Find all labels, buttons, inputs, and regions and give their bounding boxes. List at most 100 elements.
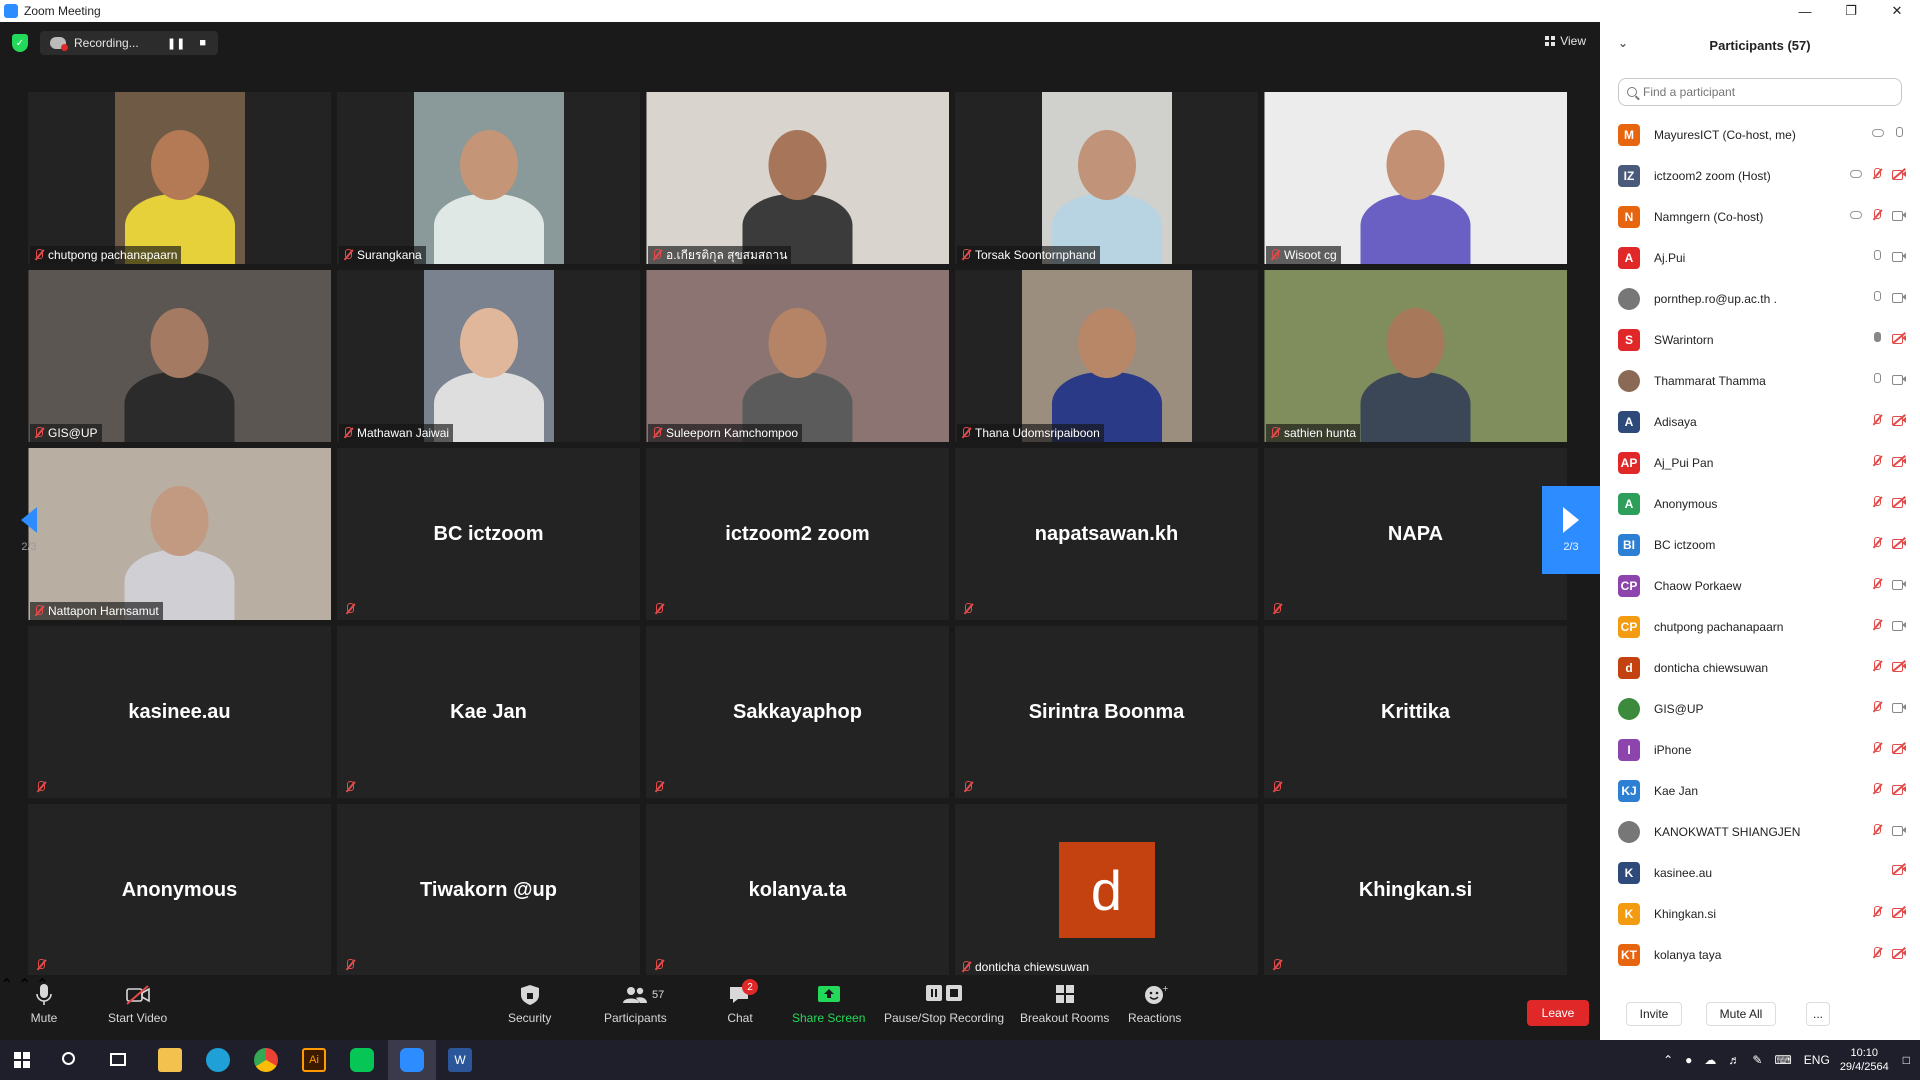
video-icon[interactable] (1892, 210, 1906, 221)
edge-browser-icon[interactable] (206, 1048, 230, 1072)
breakout-rooms-button[interactable]: Breakout Rooms (1020, 983, 1109, 1025)
participant-row[interactable]: CP chutpong pachanapaarn (1600, 606, 1920, 647)
participant-row[interactable]: N Namngern (Co-host) (1600, 196, 1920, 237)
participant-tile[interactable]: Thana Udomsripaiboon (955, 270, 1258, 442)
file-explorer-icon[interactable] (158, 1048, 182, 1072)
participant-row[interactable]: GIS@UP (1600, 688, 1920, 729)
video-icon[interactable] (1892, 374, 1906, 385)
participant-row[interactable]: KT kolanya taya (1600, 934, 1920, 975)
participant-tile[interactable]: sathien hunta (1264, 270, 1567, 442)
video-icon[interactable] (1892, 292, 1906, 303)
participant-tile[interactable]: d donticha chiewsuwan (955, 804, 1258, 976)
video-off-icon[interactable] (1892, 414, 1906, 426)
participant-tile[interactable]: chutpong pachanapaarn (28, 92, 331, 264)
participant-row[interactable]: Thammarat Thamma (1600, 360, 1920, 401)
mic-icon[interactable] (1870, 372, 1884, 386)
word-icon[interactable]: W (448, 1048, 472, 1072)
participant-row[interactable]: KANOKWATT SHIANGJEN (1600, 811, 1920, 852)
tray-keyboard-icon[interactable]: ⌨ (1774, 1053, 1791, 1067)
more-options-button[interactable]: ... (1806, 1002, 1830, 1026)
participant-tile[interactable]: Nattapon Harnsamut (28, 448, 331, 620)
participant-tile[interactable]: Mathawan Jaiwai (337, 270, 640, 442)
video-off-icon[interactable] (1892, 496, 1906, 508)
mic-muted-icon[interactable] (1870, 782, 1884, 796)
mic-muted-icon[interactable] (1870, 454, 1884, 468)
mic-muted-icon[interactable] (1870, 495, 1884, 509)
video-off-icon[interactable] (1892, 332, 1906, 344)
video-off-icon[interactable] (1892, 660, 1906, 672)
mic-muted-icon[interactable] (1870, 659, 1884, 673)
participant-row[interactable]: d donticha chiewsuwan (1600, 647, 1920, 688)
participant-row[interactable]: AP Aj_Pui Pan (1600, 442, 1920, 483)
participant-tile[interactable]: Anonymous (28, 804, 331, 976)
participant-tile[interactable]: NAPA (1264, 448, 1567, 620)
participant-tile[interactable]: BC ictzoom (337, 448, 640, 620)
participant-tile[interactable]: napatsawan.kh (955, 448, 1258, 620)
stop-recording-icon[interactable]: ■ (199, 37, 206, 50)
leave-button[interactable]: Leave (1527, 1000, 1589, 1026)
audio-options-caret-icon[interactable]: ⌃ (0, 977, 13, 994)
mute-all-button[interactable]: Mute All (1706, 1002, 1776, 1026)
tray-volume-icon[interactable]: ♬ (1728, 1053, 1740, 1067)
mic-muted-icon[interactable] (1870, 823, 1884, 837)
previous-page-button[interactable]: 2/3 (0, 486, 58, 574)
participant-row[interactable]: CP Chaow Porkaew (1600, 565, 1920, 606)
participant-row[interactable]: IZ ictzoom2 zoom (Host) (1600, 155, 1920, 196)
participant-row[interactable]: IiPhone (1600, 729, 1920, 770)
reactions-button[interactable]: + Reactions (1128, 983, 1181, 1025)
video-off-icon[interactable] (1892, 863, 1906, 875)
invite-button[interactable]: Invite (1626, 1002, 1682, 1026)
participant-tile[interactable]: อ.เกียรติกุล สุขสมสถาน (646, 92, 949, 264)
chat-button[interactable]: Chat 2 (726, 979, 758, 1025)
tray-language[interactable]: ENG (1804, 1053, 1830, 1067)
participant-row[interactable]: A Adisaya (1600, 401, 1920, 442)
video-off-icon[interactable] (1892, 947, 1906, 959)
mic-muted-icon[interactable] (1870, 905, 1884, 919)
participant-search-box[interactable] (1618, 78, 1902, 106)
participant-row[interactable]: S SWarintorn (1600, 319, 1920, 360)
participant-tile[interactable]: Krittika (1264, 626, 1567, 798)
participant-row[interactable]: M MayuresICT (Co-host, me) (1600, 114, 1920, 155)
illustrator-icon[interactable]: Ai (302, 1048, 326, 1072)
restore-icon[interactable]: ❐ (1828, 0, 1874, 22)
tray-network-icon[interactable]: ☁ (1704, 1053, 1716, 1067)
mic-muted-icon[interactable] (1870, 413, 1884, 427)
participant-row[interactable]: A Aj.Pui (1600, 237, 1920, 278)
participant-tile[interactable]: Wisoot cg (1264, 92, 1567, 264)
video-off-icon[interactable] (1892, 906, 1906, 918)
mic-muted-icon[interactable] (1870, 946, 1884, 960)
participant-tile[interactable]: ictzoom2 zoom (646, 448, 949, 620)
mic-muted-icon[interactable] (1870, 208, 1884, 222)
participant-tile[interactable]: Kae Jan (337, 626, 640, 798)
participant-row[interactable]: KJ Kae Jan (1600, 770, 1920, 811)
participant-search-input[interactable] (1643, 85, 1883, 99)
line-app-icon[interactable] (350, 1048, 374, 1072)
video-off-icon[interactable] (1892, 168, 1906, 180)
mic-muted-icon[interactable] (1870, 741, 1884, 755)
next-page-button[interactable]: 2/3 (1542, 486, 1600, 574)
task-view-icon[interactable] (110, 1053, 126, 1066)
participant-tile[interactable]: kasinee.au (28, 626, 331, 798)
participant-tile[interactable]: Khingkan.si (1264, 804, 1567, 976)
windows-start-icon[interactable] (14, 1052, 30, 1068)
video-off-icon[interactable] (1892, 742, 1906, 754)
pause-stop-recording-button[interactable]: Pause/Stop Recording (884, 983, 1004, 1025)
security-button[interactable]: Security (508, 983, 551, 1025)
mic-muted-icon[interactable] (1870, 167, 1884, 181)
mic-icon[interactable] (1870, 331, 1884, 345)
video-icon[interactable] (1892, 620, 1906, 631)
tray-clock[interactable]: 10:10 29/4/2564 (1840, 1046, 1889, 1074)
participant-tile[interactable]: Torsak Soontornphand (955, 92, 1258, 264)
chrome-icon[interactable] (254, 1048, 278, 1072)
share-screen-button[interactable]: Share Screen (792, 983, 865, 1025)
mute-button[interactable]: Mute (30, 983, 58, 1025)
video-off-icon[interactable] (1892, 783, 1906, 795)
minimize-icon[interactable]: — (1782, 0, 1828, 22)
video-off-icon[interactable] (1892, 455, 1906, 467)
pause-recording-icon[interactable]: ❚❚ (167, 37, 185, 50)
mic-muted-icon[interactable] (1870, 618, 1884, 632)
participant-tile[interactable]: Suleeporn Kamchompoo (646, 270, 949, 442)
video-icon[interactable] (1892, 702, 1906, 713)
video-icon[interactable] (1892, 251, 1906, 262)
video-icon[interactable] (1892, 825, 1906, 836)
